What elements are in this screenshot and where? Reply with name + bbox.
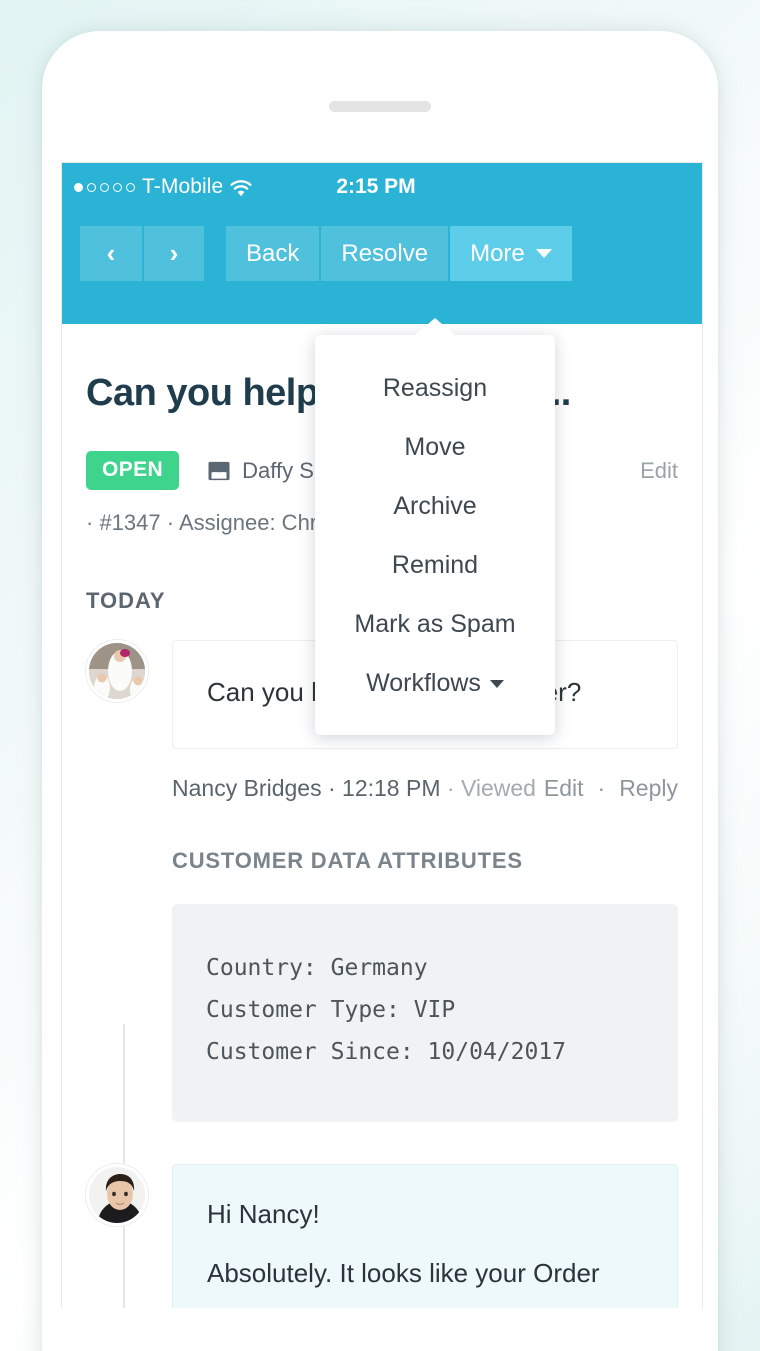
message-author: Nancy Bridges <box>172 775 322 801</box>
message-actions: Edit · Reply <box>544 775 678 802</box>
message-edit-link[interactable]: Edit <box>544 775 584 802</box>
chevron-down-icon <box>535 249 552 258</box>
message-separator-1: · <box>327 775 336 801</box>
status-bar-clock: 2:15 PM <box>336 175 416 198</box>
phone-speaker-grille <box>329 101 431 112</box>
avatar-agent[interactable] <box>86 1163 148 1226</box>
menu-item-workflows-label: Workflows <box>366 669 481 697</box>
nav-button-group: ‹ › <box>80 226 204 281</box>
back-button[interactable]: Back <box>226 226 320 281</box>
status-badge: OPEN <box>86 451 180 490</box>
agent-message-line-2: Absolutely. It looks like your Order <box>207 1257 600 1288</box>
cda-line-customer-type: Customer Type: VIP <box>206 996 456 1023</box>
message-time: 12:18 PM <box>342 775 441 801</box>
inbox-icon <box>207 461 231 481</box>
cda-line-country: Country: Germany <box>206 955 428 981</box>
menu-item-mark-as-spam[interactable]: Mark as Spam <box>315 595 555 654</box>
menu-item-reassign[interactable]: Reassign <box>315 359 555 418</box>
more-button[interactable]: More <box>448 226 572 281</box>
customer-data-attributes-box: Country: Germany Customer Type: VIP Cust… <box>172 904 678 1122</box>
phone-screen: T-Mobile 2:15 PM ‹ › Back Resolve More C… <box>61 162 703 1308</box>
status-bar: T-Mobile 2:15 PM <box>62 163 702 211</box>
menu-item-remind[interactable]: Remind <box>315 536 555 595</box>
chevron-down-icon <box>489 680 504 689</box>
menu-item-move[interactable]: Move <box>315 418 555 477</box>
action-button-group: Back Resolve More <box>226 226 572 281</box>
menu-item-archive[interactable]: Archive <box>315 477 555 536</box>
message-footer-customer: Nancy Bridges · 12:18 PM · Viewed Edit ·… <box>172 775 678 802</box>
toolbar: ‹ › Back Resolve More <box>62 211 702 324</box>
avatar-nancy-bridges[interactable] <box>86 640 148 702</box>
message-reply-link[interactable]: Reply <box>619 775 678 802</box>
message-action-separator: · <box>597 775 606 801</box>
more-dropdown-menu: Reassign Move Archive Remind Mark as Spa… <box>315 318 555 735</box>
previous-button[interactable]: ‹ <box>80 226 142 281</box>
next-button[interactable]: › <box>142 226 204 281</box>
ticket-edit-link[interactable]: Edit <box>640 458 678 484</box>
customer-data-attributes-title: CUSTOMER DATA ATTRIBUTES <box>172 848 523 873</box>
message-separator-2: · <box>446 775 455 801</box>
more-button-label: More <box>470 239 525 267</box>
resolve-button[interactable]: Resolve <box>319 226 449 281</box>
message-bubble-agent: Hi Nancy! Absolutely. It looks like your… <box>172 1163 678 1308</box>
message-row-agent: Hi Nancy! Absolutely. It looks like your… <box>86 1163 678 1308</box>
menu-item-workflows[interactable]: Workflows <box>315 654 555 713</box>
message-viewed-status: Viewed <box>460 775 536 801</box>
phone-frame: T-Mobile 2:15 PM ‹ › Back Resolve More C… <box>42 31 718 1351</box>
cda-line-customer-since: Customer Since: 10/04/2017 <box>206 1038 567 1065</box>
ticket-meta-actions: Edit <box>640 458 678 484</box>
agent-message-line-1: Hi Nancy! <box>207 1198 320 1229</box>
